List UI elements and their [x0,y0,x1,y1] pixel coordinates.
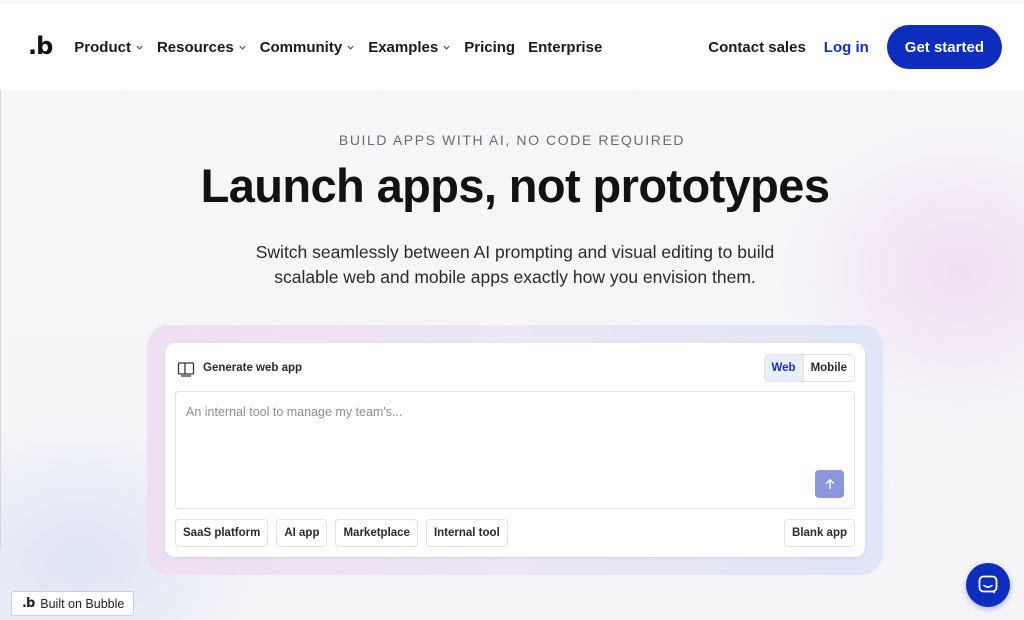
nav-label: Community [259,38,343,56]
chat-bubble-icon [978,575,998,594]
send-prompt-button[interactable] [815,470,844,498]
blank-app-button[interactable]: Blank app [784,519,855,547]
nav-label: Product [74,38,131,56]
bubble-logo[interactable]: .b [28,32,53,60]
chip-internal-tool[interactable]: Internal tool [425,519,508,547]
chip-marketplace[interactable]: Marketplace [335,519,418,547]
generator-header: Generate web app Web Mobile [177,354,855,382]
chip-ai-app[interactable]: AI app [276,519,328,547]
suggestion-chips: SaaS platform AI app Marketplace Interna… [175,519,508,547]
bubble-mini-logo: .b [22,596,35,611]
nav-label: Pricing [464,38,516,56]
platform-toggle: Web Mobile [763,354,855,382]
prompt-input[interactable] [186,402,786,422]
toggle-web[interactable]: Web [764,355,804,381]
generator-label: Generate web app [203,362,303,374]
nav-item-resources[interactable]: Resources [157,39,247,56]
app-generator-card: Generate web app Web Mobile SaaS platfor… [165,343,865,557]
primary-nav: Product Resources Community Examples Pri… [74,39,602,56]
chip-saas-platform[interactable]: SaaS platform [175,519,269,547]
nav-item-examples[interactable]: Examples [368,39,451,56]
get-started-button[interactable]: Get started [886,25,1002,69]
prompt-box [175,391,855,509]
chevron-down-icon [443,45,450,50]
hero-subtitle-line: scalable web and mobile apps exactly how… [274,267,756,287]
hero-subtitle-line: Switch seamlessly between AI prompting a… [255,242,775,262]
arrow-up-icon [825,479,834,490]
nav-item-community[interactable]: Community [260,39,356,56]
hero-subtitle: Switch seamlessly between AI prompting a… [0,240,1024,290]
toggle-mobile[interactable]: Mobile [804,355,854,381]
top-navbar: .b Product Resources Community Examples … [0,4,1024,90]
built-on-bubble-badge[interactable]: .b Built on Bubble [11,591,135,616]
badge-label: Built on Bubble [40,596,125,611]
nav-item-pricing[interactable]: Pricing [464,39,515,56]
nav-label: Enterprise [528,38,603,56]
nav-label: Resources [156,38,234,56]
hero-eyebrow: BUILD APPS WITH AI, NO CODE REQUIRED [338,132,686,148]
hero-headline: Launch apps, not prototypes [200,159,830,212]
chevron-down-icon [239,45,246,50]
chat-launcher-button[interactable] [966,563,1010,607]
login-link[interactable]: Log in [824,39,869,56]
chevron-down-icon [136,45,143,50]
nav-item-product[interactable]: Product [74,39,144,56]
book-open-icon [177,361,195,377]
contact-sales-link[interactable]: Contact sales [708,39,806,56]
nav-item-enterprise[interactable]: Enterprise [528,39,602,56]
nav-label: Examples [368,38,439,56]
nav-actions: Contact sales Log in Get started [708,25,1002,69]
chevron-down-icon [347,45,354,50]
